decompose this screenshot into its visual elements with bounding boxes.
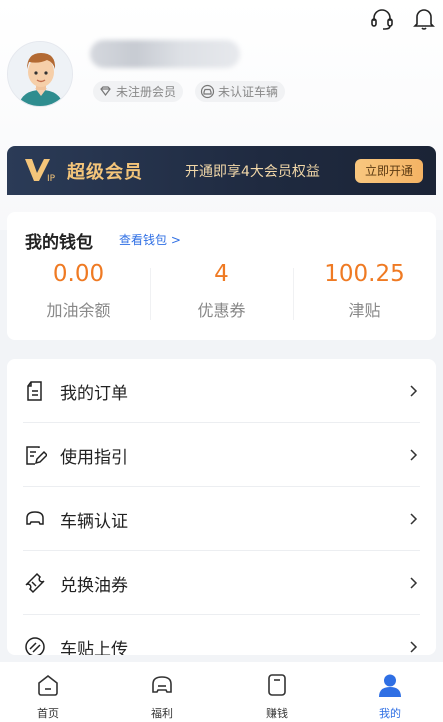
vip-open-button[interactable]: 立即开通 [355, 159, 423, 183]
menu-label: 车辆认证 [60, 511, 128, 532]
wallet-item-fuel-balance[interactable]: 0.00 加油余额 [7, 261, 150, 321]
guide-icon [26, 446, 47, 465]
username-blurred [90, 40, 240, 68]
vip-description: 开通即享4大会员权益 [185, 164, 320, 180]
wallet-title: 我的钱包 [25, 233, 93, 253]
member-status-tag[interactable]: 未注册会员 [93, 81, 184, 102]
tab-label: 福利 [151, 707, 173, 720]
menu-item-guide[interactable]: 使用指引 [7, 423, 436, 487]
vehicle-status-tag[interactable]: 未认证车辆 [195, 81, 286, 102]
coupons-value: 4 [214, 261, 229, 287]
view-wallet-link[interactable]: 查看钱包 > [119, 231, 181, 248]
orders-icon [27, 381, 42, 401]
menu-item-vehicle-auth[interactable]: 车辆认证 [7, 487, 436, 551]
customer-service-icon[interactable] [369, 6, 395, 32]
menu-label: 使用指引 [60, 447, 128, 468]
tab-profile[interactable]: 我的 [350, 672, 430, 721]
allowance-value: 100.25 [324, 261, 405, 287]
chevron-right-icon [410, 641, 418, 653]
bell-icon[interactable] [411, 6, 437, 32]
svg-text:IP: IP [47, 174, 56, 184]
menu-item-sticker-upload[interactable]: 车贴上传 [7, 615, 436, 655]
menu-item-redeem-coupon[interactable]: 兑换油券 [7, 551, 436, 615]
menu-label: 我的订单 [60, 383, 128, 404]
tab-label: 我的 [379, 707, 401, 720]
profile-icon [379, 674, 401, 697]
earn-icon [268, 674, 286, 696]
top-actions [369, 6, 437, 32]
fuel-balance-label: 加油余额 [46, 301, 111, 320]
tab-welfare[interactable]: 福利 [122, 672, 202, 721]
tab-earn[interactable]: 赚钱 [237, 672, 317, 721]
diamond-icon [100, 86, 111, 96]
menu-item-orders[interactable]: 我的订单 [7, 359, 436, 423]
sticker-icon [25, 637, 45, 655]
bottom-tab-bar: 首页 福利 赚钱 我的 [0, 662, 443, 722]
wallet-item-coupons[interactable]: 4 优惠券 [150, 261, 293, 321]
coupon-icon [25, 572, 45, 594]
tab-label: 首页 [37, 707, 59, 720]
wallet-card: 我的钱包 查看钱包 > 0.00 加油余额 4 优惠券 100.25 津贴 [7, 212, 436, 340]
tab-label: 赚钱 [266, 707, 288, 720]
wallet-item-allowance[interactable]: 100.25 津贴 [293, 261, 436, 321]
coupons-label: 优惠券 [197, 301, 246, 320]
chevron-right-icon [410, 449, 418, 461]
chevron-right-icon [410, 385, 418, 397]
header-background [0, 0, 443, 230]
welfare-icon [152, 676, 172, 693]
member-status-label: 未注册会员 [116, 85, 177, 99]
chevron-right-icon [410, 513, 418, 525]
menu-list: 我的订单 使用指引 车辆认证 兑换油券 车贴上传 [7, 359, 436, 655]
vip-logo-icon: IP [25, 159, 56, 184]
allowance-label: 津贴 [348, 301, 381, 320]
vip-title: 超级会员 [67, 162, 143, 183]
menu-label: 车贴上传 [60, 639, 128, 656]
home-icon [38, 674, 58, 696]
chevron-right-icon [410, 577, 418, 589]
vip-banner[interactable]: IP 超级会员 开通即享4大会员权益 立即开通 [7, 146, 436, 195]
car-icon [200, 84, 215, 99]
fuel-balance-value: 0.00 [52, 261, 105, 287]
vehicle-icon [26, 511, 44, 525]
avatar[interactable] [7, 41, 73, 107]
tab-home[interactable]: 首页 [8, 672, 88, 721]
menu-label: 兑换油券 [60, 575, 128, 596]
vehicle-status-label: 未认证车辆 [218, 85, 279, 99]
